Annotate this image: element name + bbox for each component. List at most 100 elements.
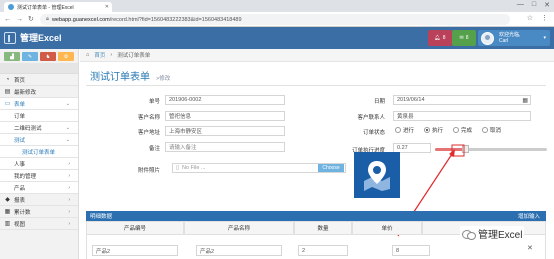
sidebar-shortcuts: ▟ ✎ ♞ ⚙: [0, 49, 78, 63]
sidebar-item[interactable]: ◆ 报表 ›: [0, 194, 78, 206]
row-code-field[interactable]: 产品2: [92, 245, 178, 256]
user-menu[interactable]: 欢迎光临, Carl ▾: [478, 30, 550, 46]
brand-logo[interactable]: 管理Excel: [4, 31, 62, 44]
sidebar-item[interactable]: 我的管理 ›: [0, 170, 78, 182]
browser-tab[interactable]: 测试订单表单 - 管理Excel ✕: [4, 2, 112, 12]
avatar: [481, 31, 494, 45]
menu-icon[interactable]: ⋮: [541, 14, 548, 22]
bookmark-star-icon[interactable]: ☆: [527, 14, 533, 22]
sidebar-item-label: 产品: [14, 185, 26, 192]
row-price-field[interactable]: 8: [392, 245, 430, 256]
minimize-icon[interactable]: —: [517, 1, 524, 9]
sidebar-item-label: 首页: [14, 77, 26, 84]
progress-slider-handle[interactable]: [462, 145, 470, 153]
chevron-icon: ⌄: [65, 136, 70, 143]
sidebar-item[interactable]: 订单: [0, 110, 78, 122]
status-radio[interactable]: 完成: [453, 126, 472, 134]
chevron-icon: ⌄: [65, 124, 70, 131]
sidebar-item-label: 二维码测试: [14, 125, 42, 132]
customer-label: 客户名称: [137, 115, 160, 121]
url-field[interactable]: 🔒︎ webapp.guanexcel.com/record.html?fid=…: [40, 14, 510, 25]
radio-dot-icon: [424, 127, 431, 133]
status-radio[interactable]: 取消: [482, 126, 501, 134]
sidebar-item[interactable]: ▦ 累计数 ›: [0, 206, 78, 218]
row-qty-field[interactable]: 2: [298, 245, 348, 256]
status-radio-group: 进行 执行 完成 取消: [395, 126, 501, 134]
dashboard-icon: ◔: [5, 76, 10, 83]
brand-name: 管理Excel: [20, 33, 62, 43]
sidebar-item-label: 最新修改: [14, 89, 37, 96]
delete-row-icon[interactable]: ✕: [527, 244, 533, 252]
calendar-icon: ▦: [4, 209, 11, 215]
url-host: webapp.guanexcel.com: [51, 16, 110, 23]
date-label: 日期: [373, 99, 385, 105]
progress-slider[interactable]: [435, 145, 547, 153]
sidebar-item[interactable]: ▥ 视图 ›: [0, 218, 78, 230]
gear-icon[interactable]: ⚙: [58, 52, 74, 61]
date-field[interactable]: 2019/06/14 ▦: [393, 95, 531, 105]
sidebar-item[interactable]: 人事 ›: [0, 158, 78, 170]
sidebar-item[interactable]: 二维码测试 ⌄: [0, 122, 78, 134]
status-radio[interactable]: 进行: [395, 126, 414, 134]
chevron-icon: ›: [68, 196, 70, 203]
maximize-icon[interactable]: □: [532, 1, 536, 9]
col-header-name: 产品名称: [184, 221, 294, 235]
pencil-icon[interactable]: ✎: [22, 52, 38, 61]
chevron-icon: ›: [68, 184, 70, 191]
sidebar: ▟ ✎ ♞ ⚙ ◔ 首页 ▤ 最新修改 ▭ 表单 ⌄ 订单 二维码测试 ⌄ 测试 ⌄ 测试订单表单 人事 › 我的管…: [0, 49, 79, 259]
sidebar-item[interactable]: 产品 ›: [0, 182, 78, 194]
chart-icon[interactable]: ▟: [4, 52, 20, 61]
users-icon[interactable]: ♞: [40, 52, 56, 61]
radio-dot-icon: [482, 127, 489, 133]
order-no-field[interactable]: 201906-0002: [165, 95, 285, 105]
back-icon[interactable]: ←: [4, 16, 11, 23]
choose-button[interactable]: Choose: [318, 164, 344, 172]
chevron-down-icon: ▾: [543, 35, 546, 41]
sidebar-item[interactable]: ▭ 表单 ⌄: [0, 98, 78, 110]
close-window-icon[interactable]: ✕: [544, 1, 550, 9]
address-field[interactable]: 上海市静安区: [165, 126, 285, 136]
radio-dot-icon: [395, 127, 401, 133]
row-name-field[interactable]: 产品2: [196, 245, 282, 256]
browser-tab-bar: 测试订单表单 - 管理Excel ✕ — □ ✕: [0, 0, 554, 12]
forward-icon[interactable]: →: [16, 16, 23, 23]
map-pin-icon: [364, 161, 390, 191]
note-field[interactable]: 请输入备注: [165, 142, 285, 152]
sidebar-item-label: 报表: [14, 197, 26, 204]
contact-field[interactable]: 黄泉县: [393, 111, 531, 121]
sidebar-item[interactable]: 测试 ⌄: [0, 134, 78, 146]
close-tab-icon[interactable]: ✕: [105, 4, 109, 10]
sidebar-item-label: 我的管理: [14, 173, 37, 180]
calendar-icon[interactable]: ▦: [522, 97, 528, 104]
file-placeholder: No File ...: [182, 165, 206, 171]
home-icon[interactable]: ⌂: [86, 52, 89, 58]
page-subtitle: >修改: [156, 76, 171, 82]
url-path: /record.html?fid=1560483222383&id=156048…: [109, 16, 242, 23]
sidebar-item-label: 累计数: [14, 209, 31, 216]
file-picker[interactable]: ▯ No File ... Choose: [172, 163, 346, 173]
status-radio[interactable]: 执行: [424, 126, 443, 134]
chevron-icon: ⌄: [65, 100, 70, 107]
watermark: 管理Excel: [460, 226, 525, 241]
status-label: 订单状态: [362, 130, 385, 136]
user-name: Carl: [499, 38, 509, 44]
breadcrumb-home[interactable]: 首页: [94, 51, 105, 59]
sidebar-collapse-bar[interactable]: [0, 63, 78, 74]
list-icon: ▤: [4, 89, 11, 95]
sidebar-item-label: 测试: [14, 137, 26, 144]
sidebar-item[interactable]: ◔ 首页: [0, 74, 78, 86]
tag-icon: ◆: [5, 197, 10, 203]
add-row-button[interactable]: 增加输入: [518, 212, 540, 220]
sidebar-item[interactable]: 测试订单表单: [0, 146, 78, 158]
favicon-icon: [8, 4, 14, 10]
grid-icon: ▥: [4, 221, 11, 227]
messages-button[interactable]: ✉ 8: [452, 30, 476, 46]
reload-icon[interactable]: ↻: [28, 15, 34, 23]
col-header-price: 单价: [352, 221, 422, 235]
alerts-button[interactable]: 🔔︎ 8: [428, 30, 452, 46]
sidebar-item-label: 表单: [14, 101, 26, 108]
details-title: 明细数据: [90, 214, 113, 220]
sidebar-item[interactable]: ▤ 最新修改: [0, 86, 78, 98]
status-option-label: 执行: [432, 128, 444, 134]
customer-field[interactable]: 管祀信息: [165, 111, 285, 121]
